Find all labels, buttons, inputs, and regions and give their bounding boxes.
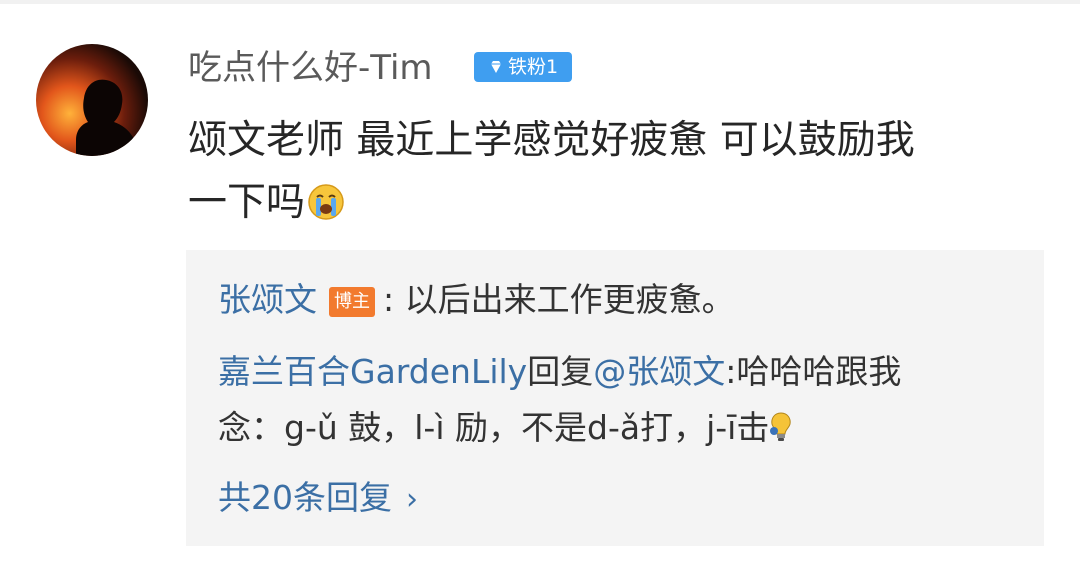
comment-text-line1: 颂文老师 最近上学感觉好疲惫 可以鼓励我 — [188, 118, 915, 163]
reply-item-2: 嘉兰百合GardenLily回复@张颂文:哈哈哈跟我念：g-ǔ 鼓，l-ì 励，… — [218, 344, 1008, 456]
reply-author-link[interactable]: 张颂文 — [218, 280, 317, 319]
reply-author-link[interactable]: 嘉兰百合GardenLily — [218, 352, 527, 391]
fan-badge: 铁粉1 — [474, 52, 572, 82]
view-more-replies-link[interactable]: 共20条回复 › — [218, 470, 418, 528]
diamond-icon — [490, 61, 501, 73]
mention-link[interactable]: @张颂文 — [593, 352, 725, 391]
reply-text-part2: 念：g-ǔ 鼓，l-ì 励，不是d-ǎ打，j-ī击 — [218, 408, 770, 447]
chevron-right-icon: › — [406, 482, 418, 517]
reply-text: 以后出来工作更疲惫。 — [394, 280, 735, 319]
comment-text-line2: 一下吗 — [188, 180, 306, 225]
reply-text-part1: :哈哈哈跟我 — [725, 352, 902, 391]
reply-word: 回复 — [527, 352, 594, 391]
fan-badge-label: 铁粉1 — [507, 56, 559, 78]
comment-text-line2-wrap: 一下吗 — [188, 172, 1038, 234]
avatar[interactable] — [36, 44, 148, 156]
blogger-badge: 博主 — [329, 287, 375, 317]
comment-username[interactable]: 吃点什么好-Tim — [188, 44, 433, 92]
reply-item-1: 张颂文 博主: 以后出来工作更疲惫。 — [218, 272, 1008, 328]
comment-body: 颂文老师 最近上学感觉好疲惫 可以鼓励我 一下吗 — [188, 110, 1038, 234]
reply-separator: : — [383, 280, 395, 319]
reply-box: 张颂文 博主: 以后出来工作更疲惫。 嘉兰百合GardenLily回复@张颂文:哈… — [186, 250, 1044, 546]
avatar-sunset-icon — [36, 44, 148, 156]
lightbulb-emoji-icon — [770, 412, 792, 441]
more-replies-label: 共20条回复 — [218, 478, 392, 517]
top-divider — [0, 0, 1080, 4]
crying-emoji-icon — [308, 184, 344, 220]
